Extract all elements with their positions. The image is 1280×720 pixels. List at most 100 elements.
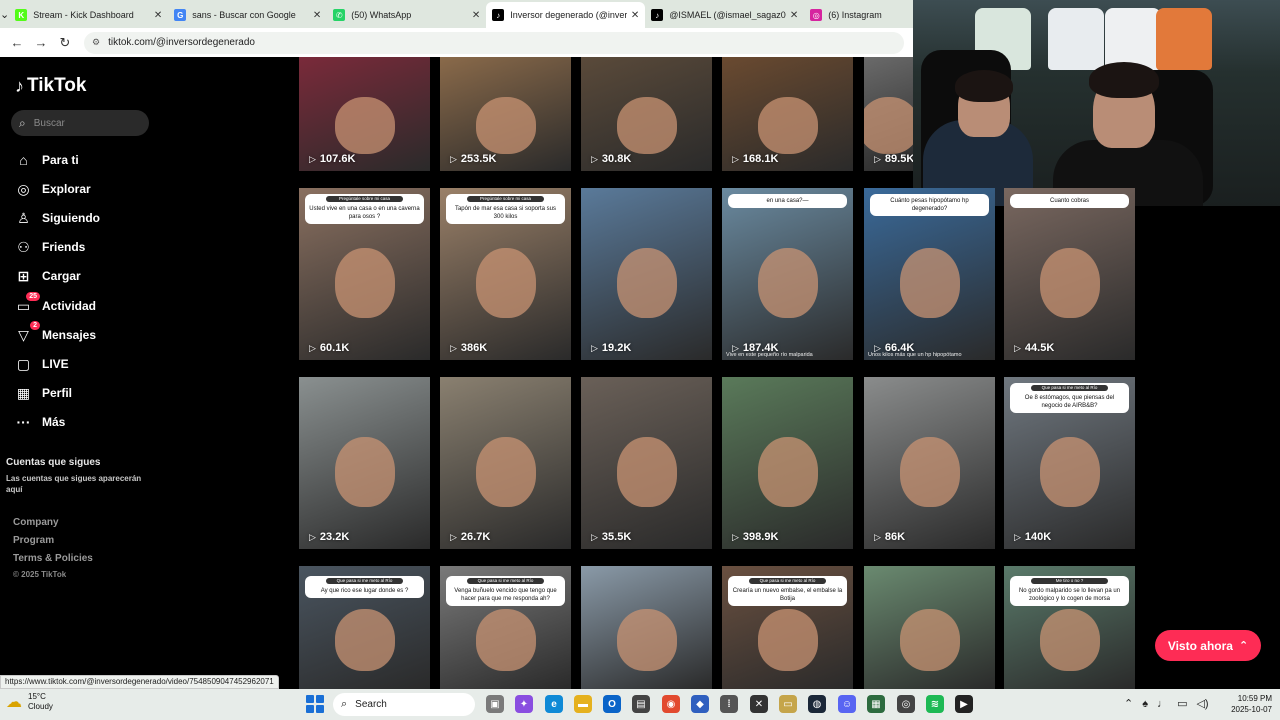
thumbnail-face xyxy=(334,437,395,508)
caption-card: Que pasa si me meto al Río Ay que rico es… xyxy=(305,576,424,598)
volume-icon[interactable]: ◁) xyxy=(1196,697,1208,710)
video-thumbnail[interactable]: ▷ 253.5K xyxy=(440,57,571,171)
sidebar-nav-item[interactable]: ⊞ Cargar xyxy=(15,266,81,286)
live-icon: ▢ xyxy=(16,355,31,372)
video-thumbnail[interactable]: ▷ 398.9K xyxy=(722,377,853,549)
sidebar-nav-item[interactable]: ▭ 25 Actividad xyxy=(15,291,96,316)
footer-link-company[interactable]: Company xyxy=(13,517,59,528)
video-thumbnail[interactable]: Cuanto cobras ▷ 44.5K xyxy=(1004,188,1135,360)
forward-icon[interactable]: → xyxy=(30,32,52,54)
caption-question: Pregúntale sobre mi casa xyxy=(325,196,404,202)
sidebar-nav-item[interactable]: ⚇ Friends xyxy=(15,237,85,257)
sidebar-nav-item[interactable]: ♙ Siguiendo xyxy=(15,208,100,228)
spotify-icon[interactable]: ≋ xyxy=(926,695,944,713)
view-count-text: 19.2K xyxy=(601,342,632,354)
video-thumbnail[interactable]: ▷ 19.2K xyxy=(581,188,712,360)
video-thumbnail[interactable]: ▷ 35.5K xyxy=(581,377,712,549)
video-thumbnail[interactable] xyxy=(864,566,995,689)
chevron-up-icon[interactable]: ⌃ xyxy=(1124,697,1133,710)
sidebar-nav-item[interactable]: ▦ Perfil xyxy=(15,383,72,403)
video-thumbnail[interactable]: Que pasa si me meto al Río Venga buñuelo … xyxy=(440,566,571,689)
close-icon[interactable]: ✕ xyxy=(790,10,798,21)
apps-grid-icon[interactable]: ⁞ xyxy=(720,695,738,713)
sidebar-nav-item[interactable]: ⌂ Para ti xyxy=(15,150,78,170)
tiktok-logo[interactable]: ♪ TikTok xyxy=(15,75,86,97)
tiktok-icon: ♪ xyxy=(492,9,505,21)
back-icon[interactable]: ← xyxy=(6,32,28,54)
sidebar-nav-item[interactable]: ◎ Explorar xyxy=(15,179,90,199)
weather-widget[interactable]: ☁ 15°C Cloudy xyxy=(6,692,53,712)
status-bar-url: https://www.tiktok.com/@inversordegenera… xyxy=(0,675,279,689)
media-player-icon[interactable]: ▶ xyxy=(955,695,973,713)
video-thumbnail[interactable]: Que pasa si me meto al Río Crearía un nue… xyxy=(722,566,853,689)
video-thumbnail[interactable]: ▷ 107.6K xyxy=(299,57,430,171)
video-thumbnail[interactable]: Pregúntale sobre mi casa Usted vive en un… xyxy=(299,188,430,360)
app-icon[interactable]: ▦ xyxy=(867,695,885,713)
clock-date: 2025-10-07 xyxy=(1231,705,1272,714)
whatsapp-icon: ✆ xyxy=(333,9,346,21)
search-input[interactable]: ⌕ Buscar xyxy=(11,110,149,136)
video-thumbnail[interactable]: ▷ 26.7K xyxy=(440,377,571,549)
address-bar[interactable]: ⚙ tiktok.com/@inversordegenerado xyxy=(84,31,904,54)
copilot-icon[interactable]: ✦ xyxy=(515,695,533,713)
edge-icon[interactable]: e xyxy=(545,695,563,713)
reload-icon[interactable]: ↻ xyxy=(54,32,76,54)
close-icon[interactable]: ✕ xyxy=(472,10,480,21)
display-icon[interactable]: ▭ xyxy=(1177,697,1187,710)
caption-text: Cuanto cobras xyxy=(1049,198,1090,204)
view-count-text: 44.5K xyxy=(1024,342,1055,354)
discord-icon[interactable]: ☺ xyxy=(838,695,856,713)
nav-label: Cargar xyxy=(42,269,81,283)
video-thumbnail[interactable]: ▷ 30.8K xyxy=(581,57,712,171)
outlook-icon[interactable]: O xyxy=(603,695,621,713)
sidebar-nav-item[interactable]: ▢ LIVE xyxy=(15,354,69,374)
video-thumbnail[interactable]: ▷ 23.2K xyxy=(299,377,430,549)
visto-ahora-button[interactable]: Visto ahora ⌃ xyxy=(1155,630,1261,661)
view-count: ▷ 253.5K xyxy=(450,153,496,165)
browser-tab[interactable]: ♪ Inversor degenerado (@inverso ✕ xyxy=(486,2,646,28)
tab-search-menu-icon[interactable]: ⌄ xyxy=(0,0,9,28)
tray-app-icon[interactable]: ♠ xyxy=(1142,698,1148,710)
search-placeholder: Buscar xyxy=(33,117,65,129)
profile-icon: ▦ xyxy=(16,384,31,401)
browser-tab[interactable]: ♪ @ISMAEL (@ismael_sagaz01) | ✕ xyxy=(645,2,804,28)
clock[interactable]: 10:59 PM 2025-10-07 xyxy=(1222,693,1272,715)
video-thumbnail[interactable] xyxy=(581,566,712,689)
video-thumbnail[interactable]: ▷ 168.1K xyxy=(722,57,853,171)
footer-link-terms[interactable]: Terms & Policies xyxy=(13,553,93,564)
video-thumbnail[interactable]: en una casa?— Vive en este pequeño río ma… xyxy=(722,188,853,360)
video-thumbnail[interactable]: Que pasa si me meto al Río Oe 8 estómagos… xyxy=(1004,377,1135,549)
video-thumbnail[interactable]: ▷ 86K xyxy=(864,377,995,549)
obs-icon[interactable]: ◎ xyxy=(897,695,915,713)
browser-tab[interactable]: ✆ (50) WhatsApp ✕ xyxy=(327,2,486,28)
view-count-text: 168.1K xyxy=(742,153,779,165)
file-explorer-icon[interactable]: ▬ xyxy=(574,695,592,713)
video-thumbnail[interactable]: Cuánto pesas hipopótamo hp degenerado? Un… xyxy=(864,188,995,360)
taskbar-search[interactable]: ⌕ Search xyxy=(333,693,475,716)
video-thumbnail[interactable]: Pregúntale sobre mi casa Tapón de mar esa… xyxy=(440,188,571,360)
tab-title: sans - Buscar con Google xyxy=(192,10,296,20)
site-info-icon[interactable]: ⚙ xyxy=(92,37,100,48)
close-icon[interactable]: ✕ xyxy=(631,10,639,21)
microphone-icon[interactable]: ♩ xyxy=(1157,698,1168,710)
close-icon[interactable]: ✕ xyxy=(154,10,162,21)
capcut-icon[interactable]: ✕ xyxy=(750,695,768,713)
steam-icon[interactable]: ◍ xyxy=(808,695,826,713)
browser-tab[interactable]: K Stream - Kick Dashboard ✕ xyxy=(9,2,168,28)
caption-card: Pregúntale sobre mi casa Usted vive en un… xyxy=(305,194,424,224)
browser-tab[interactable]: Gsans - Buscar con Google ✕ xyxy=(168,2,327,28)
footer-link-program[interactable]: Program xyxy=(13,535,54,546)
video-thumbnail[interactable]: ▷ 89.5K xyxy=(864,57,913,171)
chrome-icon[interactable]: ◉ xyxy=(662,695,680,713)
sidebar-nav-item[interactable]: ▽ 2 Mensajes xyxy=(15,320,96,345)
video-thumbnail[interactable]: Que pasa si me meto al Río Ay que rico es… xyxy=(299,566,430,689)
store-icon[interactable]: ▤ xyxy=(632,695,650,713)
close-icon[interactable]: ✕ xyxy=(313,10,321,21)
task-view-icon[interactable]: ▣ xyxy=(486,695,504,713)
folder-icon[interactable]: ▭ xyxy=(779,695,797,713)
start-button[interactable] xyxy=(306,695,324,713)
sidebar-nav-item[interactable]: ··· Más xyxy=(15,412,66,432)
video-thumbnail[interactable]: Me tiro o no ? No gordo malparido se lo l… xyxy=(1004,566,1135,689)
vpn-icon[interactable]: ◆ xyxy=(691,695,709,713)
clock-time: 10:59 PM xyxy=(1237,694,1272,703)
